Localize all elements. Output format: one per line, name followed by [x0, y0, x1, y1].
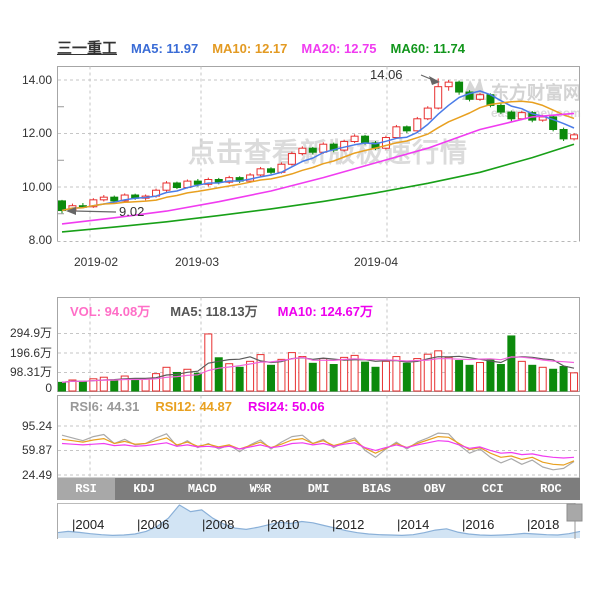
ma5-legend: MA5: 11.97 — [131, 41, 198, 56]
rsi-tick: 24.49 — [0, 467, 52, 483]
price-tick: 8.00 — [0, 232, 52, 248]
indicator-tab-dmi[interactable]: DMI — [289, 478, 347, 500]
year-tick: |2010 — [267, 517, 299, 532]
ma60-legend: MA60: 11.74 — [391, 41, 465, 56]
vol-current-label: VOL: 94.08万 — [70, 301, 150, 320]
year-tick: |2012 — [332, 517, 364, 532]
indicator-tab-cci[interactable]: CCI — [464, 478, 522, 500]
rsi12-label: RSI12: 44.87 — [155, 399, 232, 414]
volume-tick: 0 — [0, 380, 52, 396]
rsi24-label: RSI24: 50.06 — [248, 399, 325, 414]
volume-tick: 196.6万 — [0, 345, 52, 361]
indicator-tab-obv[interactable]: OBV — [406, 478, 464, 500]
chart-header: 三一重工 MA5: 11.97 MA10: 12.17 MA20: 12.75 … — [57, 37, 465, 58]
indicator-tab-bias[interactable]: BIAS — [348, 478, 406, 500]
indicator-tab-wr[interactable]: W%R — [231, 478, 289, 500]
year-tick: |2016 — [462, 517, 494, 532]
ma20-legend: MA20: 12.75 — [301, 41, 376, 56]
year-tick: |2018 — [527, 517, 559, 532]
price-tick: 12.00 — [0, 125, 52, 141]
indicator-tab-roc[interactable]: ROC — [522, 478, 580, 500]
rsi-tick: 95.24 — [0, 418, 52, 434]
volume-tick: 98.31万 — [0, 364, 52, 380]
month-tick: 2019-04 — [346, 254, 406, 270]
month-tick: 2019-02 — [66, 254, 126, 270]
chart-canvas[interactable] — [0, 0, 600, 600]
volume-tick: 294.9万 — [0, 325, 52, 341]
month-tick: 2019-03 — [167, 254, 227, 270]
ma10-legend: MA10: 12.17 — [212, 41, 287, 56]
period-high-annotation: 14.06 — [370, 67, 403, 82]
year-tick: |2004 — [72, 517, 104, 532]
stock-name-link[interactable]: 三一重工 — [57, 37, 117, 58]
rsi6-label: RSI6: 44.31 — [70, 399, 139, 414]
indicator-tab-macd[interactable]: MACD — [173, 478, 231, 500]
year-tick: |2014 — [397, 517, 429, 532]
vol-ma10-label: MA10: 124.67万 — [278, 301, 373, 320]
year-tick: |2006 — [137, 517, 169, 532]
vol-ma5-label: MA5: 118.13万 — [170, 301, 257, 320]
price-tick: 14.00 — [0, 72, 52, 88]
rsi-header: RSI6: 44.31 RSI12: 44.87 RSI24: 50.06 — [70, 399, 325, 414]
navigator-drag-handle[interactable] — [567, 504, 582, 521]
rsi-tick: 59.87 — [0, 442, 52, 458]
indicator-tab-bar: RSIKDJMACDW%RDMIBIASOBVCCIROC — [57, 478, 580, 500]
stock-chart-page: 点击查看新版极速行情 东方财富网 eastmoney.com 三一重工 MA5:… — [0, 0, 600, 600]
volume-header: VOL: 94.08万 MA5: 118.13万 MA10: 124.67万 — [70, 301, 373, 320]
price-tick: 10.00 — [0, 179, 52, 195]
indicator-tab-kdj[interactable]: KDJ — [115, 478, 173, 500]
year-tick: |2008 — [202, 517, 234, 532]
indicator-tab-rsi[interactable]: RSI — [57, 478, 115, 500]
period-low-annotation: 9.02 — [119, 204, 144, 219]
